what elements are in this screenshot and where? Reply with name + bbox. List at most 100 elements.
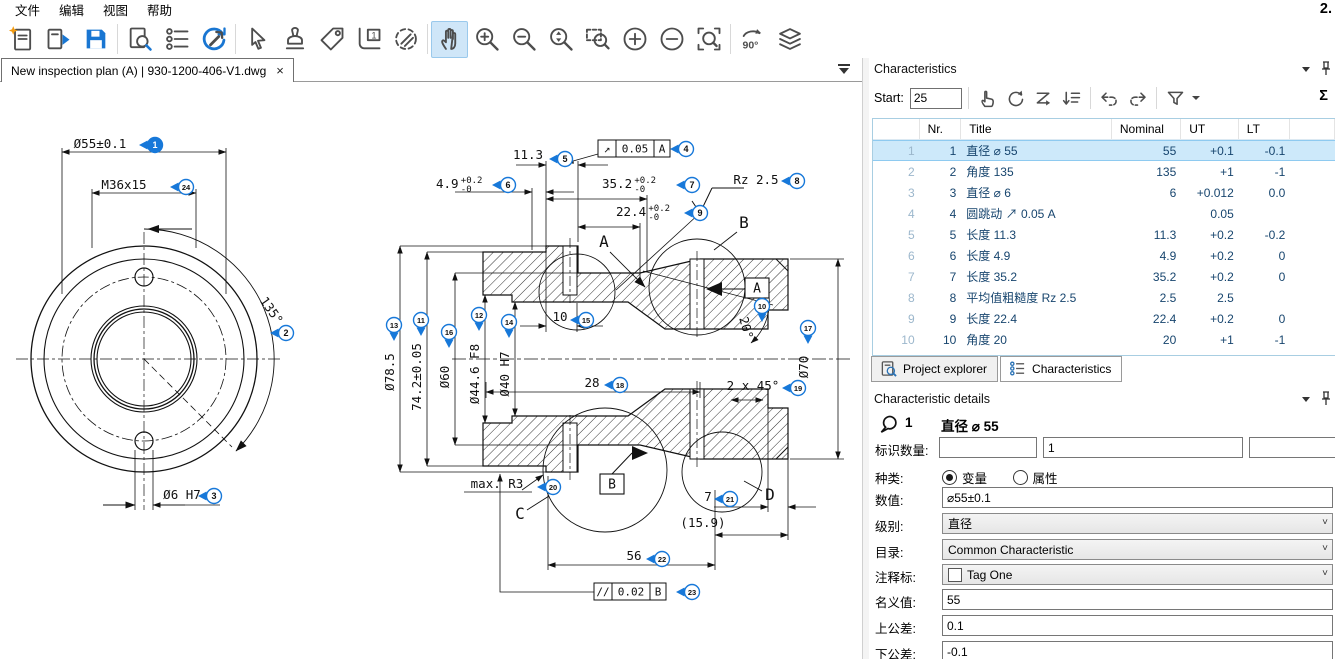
balloon-5[interactable]: 5 [549, 152, 573, 167]
balloon-14[interactable]: 14 [502, 315, 517, 339]
tag-select[interactable]: Tag One˅ [942, 564, 1333, 585]
sum-sigma-button[interactable]: Σ [1319, 88, 1328, 104]
column-header-blank[interactable] [1290, 119, 1335, 139]
column-header-ut[interactable]: UT [1181, 119, 1239, 139]
balloon-6[interactable]: 6 [492, 178, 516, 193]
table-row-4[interactable]: 44圆跳动 ↗ 0.05 A0.05 [873, 203, 1335, 224]
table-row-10[interactable]: 1010角度 2020+1-1 [873, 329, 1335, 350]
open-inspection-plan-button[interactable] [40, 21, 77, 58]
layers-button[interactable] [771, 21, 808, 58]
menu-item-1[interactable]: 文件 [6, 0, 50, 21]
balloon-2[interactable]: 2 [270, 326, 294, 341]
tag-tool-button[interactable] [313, 21, 350, 58]
balloon-22[interactable]: 22 [646, 552, 670, 567]
table-row-7[interactable]: 77长度 35.235.2+0.20 [873, 266, 1335, 287]
column-header-nr[interactable]: Nr. [920, 119, 962, 139]
move-prev-icon[interactable] [1097, 86, 1122, 111]
balloon-24[interactable]: 24 [170, 180, 194, 195]
zoom-out-button[interactable] [505, 21, 542, 58]
svg-text:A: A [659, 143, 666, 156]
move-next-icon[interactable] [1125, 86, 1150, 111]
table-row-8[interactable]: 88平均值粗糙度 Rz 2.52.52.5 [873, 287, 1335, 308]
point-select-icon[interactable] [975, 86, 1000, 111]
balloon-21[interactable]: 21 [714, 492, 738, 507]
decrease-button[interactable] [653, 21, 690, 58]
balloon-15[interactable]: 15 [570, 313, 594, 328]
balloon-23[interactable]: 23 [676, 585, 700, 600]
balloon-11[interactable]: 11 [414, 313, 429, 337]
id-count-input-1[interactable] [939, 437, 1037, 458]
upper-tolerance-input[interactable] [942, 615, 1333, 636]
save-button[interactable] [77, 21, 114, 58]
tag-checkbox[interactable] [948, 568, 962, 582]
document-tab[interactable]: New inspection plan (A) | 930-1200-406-V… [1, 58, 294, 82]
stamp-tool-button[interactable] [276, 21, 313, 58]
filter-caret-icon[interactable] [1192, 96, 1200, 100]
table-row-1[interactable]: 11直径 ⌀ 5555+0.1-0.1 [873, 140, 1335, 161]
lower-tolerance-input[interactable] [942, 641, 1333, 659]
kind-radio-attribute[interactable]: 属性 [1013, 472, 1058, 486]
collapse-caret-icon[interactable] [1302, 67, 1310, 72]
rotate-90-button[interactable]: 90° [734, 21, 771, 58]
value-input[interactable] [942, 487, 1333, 508]
column-header-lt[interactable]: LT [1239, 119, 1291, 139]
zigzag-order-icon[interactable] [1031, 86, 1056, 111]
increase-button[interactable] [616, 21, 653, 58]
sort-list-icon[interactable] [1059, 86, 1084, 111]
menu-item-2[interactable]: 编辑 [50, 0, 94, 21]
settings-wrench-button[interactable] [195, 21, 232, 58]
balloon-12[interactable]: 12 [472, 308, 487, 332]
balloon-8[interactable]: 8 [781, 174, 805, 189]
zoom-auto-button[interactable] [542, 21, 579, 58]
balloon-3[interactable]: 3 [198, 489, 222, 504]
find-document-button[interactable] [121, 21, 158, 58]
subtab-characteristics[interactable]: Characteristics [1000, 356, 1122, 382]
drawing-viewport[interactable]: Ø55±0.1M36x15135°Ø6 H711.34.9+0.2-035.2+… [0, 82, 862, 659]
balloon-16[interactable]: 16 [442, 325, 457, 349]
level-select[interactable]: 直径˅ [942, 513, 1333, 534]
balloon-9[interactable]: 9 [684, 206, 708, 221]
pan-tool-button[interactable] [431, 21, 468, 58]
select-cursor-button[interactable] [239, 21, 276, 58]
id-count-input-3[interactable] [1249, 437, 1335, 458]
balloon-4[interactable]: 4 [670, 142, 694, 157]
balloon-20[interactable]: 20 [537, 480, 561, 495]
new-inspection-plan-button[interactable] [3, 21, 40, 58]
balloon-1[interactable]: 1 [139, 138, 163, 153]
table-row-2[interactable]: 22角度 135135+1-1 [873, 161, 1335, 182]
collapse-caret-icon[interactable] [1302, 397, 1310, 402]
pin-icon[interactable] [1319, 61, 1333, 77]
balloon-19[interactable]: 19 [782, 381, 806, 396]
nominal-input[interactable] [942, 589, 1333, 610]
menu-item-3[interactable]: 视图 [94, 0, 138, 21]
subtab-project-explorer[interactable]: Project explorer [871, 356, 998, 382]
kind-radio-variable[interactable]: 变量 [942, 472, 987, 486]
zoom-in-button[interactable] [468, 21, 505, 58]
balloon-13[interactable]: 13 [387, 318, 402, 342]
id-count-input-2[interactable] [1043, 437, 1243, 458]
drawing-canvas[interactable]: Ø55±0.1M36x15135°Ø6 H711.34.9+0.2-035.2+… [0, 82, 862, 659]
table-row-9[interactable]: 99长度 22.422.4+0.20 [873, 308, 1335, 329]
tab-list-dropdown-icon[interactable] [836, 64, 852, 76]
table-row-3[interactable]: 33直径 ⌀ 66+0.0120.0 [873, 182, 1335, 203]
dimension-tool-button[interactable]: 1 [350, 21, 387, 58]
balloon-18[interactable]: 18 [604, 378, 628, 393]
table-row-6[interactable]: 66长度 4.94.9+0.20 [873, 245, 1335, 266]
balloon-7[interactable]: 7 [676, 178, 700, 193]
characteristics-list-button[interactable] [158, 21, 195, 58]
menu-item-4[interactable]: 帮助 [138, 0, 182, 21]
hatch-region-tool-button[interactable] [387, 21, 424, 58]
loop-arrow-icon[interactable] [1003, 86, 1028, 111]
filter-icon[interactable] [1163, 86, 1188, 111]
zoom-window-button[interactable] [579, 21, 616, 58]
catalog-select[interactable]: Common Characteristic˅ [942, 539, 1333, 560]
column-header-nominal[interactable]: Nominal [1112, 119, 1181, 139]
table-row-5[interactable]: 55长度 11.311.3+0.2-0.2 [873, 224, 1335, 245]
close-tab-icon[interactable]: × [276, 63, 284, 78]
pin-icon[interactable] [1319, 391, 1333, 407]
zoom-fit-button[interactable] [690, 21, 727, 58]
column-header-blank[interactable] [873, 119, 920, 139]
column-header-title[interactable]: Title [961, 119, 1112, 139]
start-input[interactable] [910, 88, 962, 109]
balloon-17[interactable]: 17 [801, 321, 816, 345]
